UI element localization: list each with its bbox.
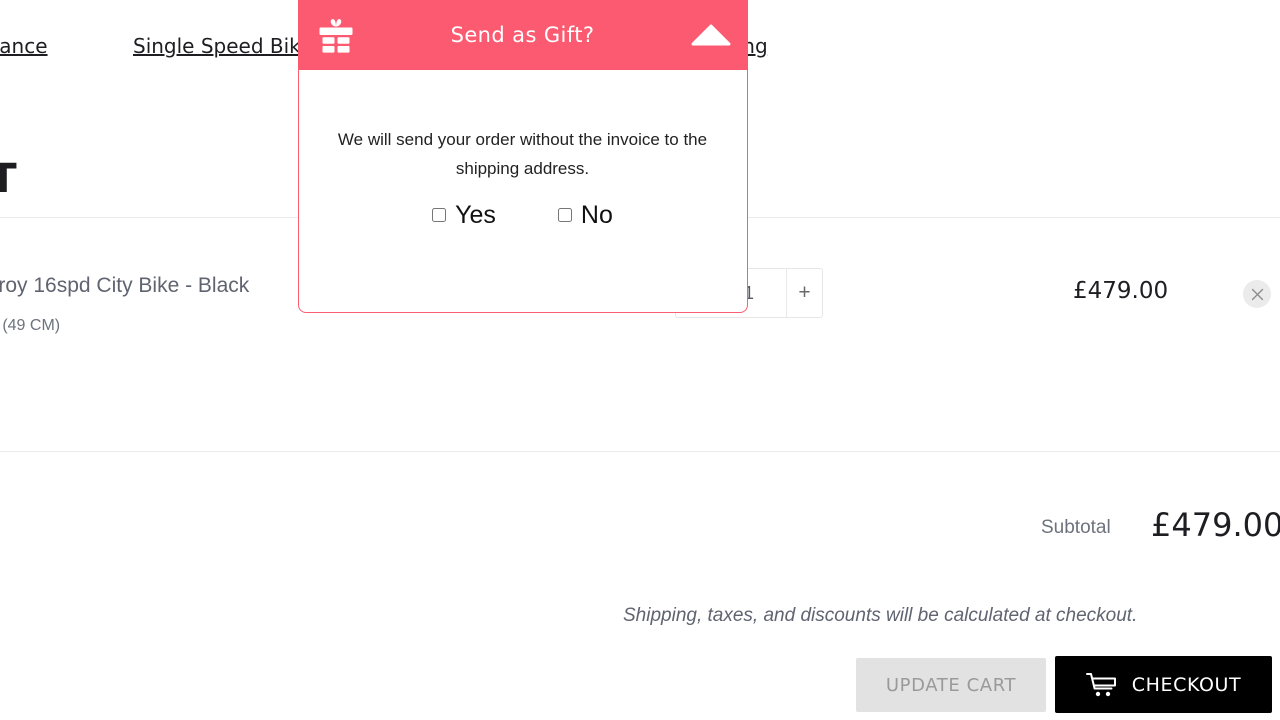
checkout-button[interactable]: CHECKOUT — [1055, 656, 1272, 713]
shopping-cart-icon — [1085, 672, 1116, 696]
close-icon — [1251, 288, 1263, 300]
subtotal-label: Subtotal — [1041, 517, 1111, 538]
cart-item-price: £479.00 — [1073, 278, 1169, 304]
nav-item-single-speed-bikes[interactable]: Single Speed Bikes — [133, 28, 323, 64]
gift-modal-collapse-button[interactable] — [690, 23, 732, 47]
cart-item-variant: SMALL (49 CM) — [0, 317, 61, 334]
quantity-increase-button[interactable]: + — [786, 269, 822, 317]
remove-item-button[interactable] — [1243, 280, 1271, 308]
gift-option-no[interactable]: No — [557, 200, 613, 230]
subtotal-value: £479.00 — [1151, 506, 1280, 544]
shipping-note: Shipping, taxes, and discounts will be c… — [623, 605, 1138, 626]
gift-modal-body: We will send your order without the invo… — [299, 70, 746, 311]
gift-yes-checkbox[interactable] — [432, 208, 447, 222]
cart-item-title[interactable]: 6KU Troy 16spd City Bike - Black — [0, 272, 249, 300]
cart-table-bottom-divider — [0, 451, 1280, 452]
nav-item-clearance[interactable]: Clearance — [0, 28, 48, 64]
update-cart-button[interactable]: UPDATE CART — [856, 658, 1046, 712]
gift-modal-header[interactable]: Send as Gift? — [297, 0, 748, 70]
chevron-up-icon — [691, 24, 730, 46]
send-as-gift-modal: Send as Gift? We will send your order wi… — [297, 0, 748, 313]
checkout-button-label: CHECKOUT — [1131, 673, 1242, 696]
gift-modal-description: We will send your order without the invo… — [337, 130, 708, 178]
gift-option-yes-label: Yes — [455, 201, 496, 229]
gift-option-no-label: No — [580, 201, 613, 229]
gift-modal-title: Send as Gift? — [450, 23, 595, 47]
gift-no-checkbox[interactable] — [557, 208, 572, 222]
gift-option-yes[interactable]: Yes — [432, 200, 496, 230]
gift-modal-options: Yes No — [299, 200, 746, 230]
page-title: CART — [0, 155, 18, 202]
